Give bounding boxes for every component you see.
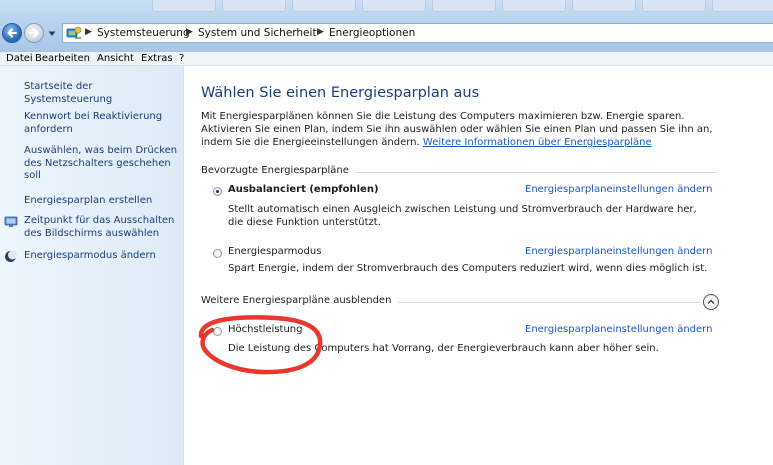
breadcrumb-separator-icon[interactable]: ▶ [317, 27, 324, 37]
main-content: Wählen Sie einen Energiesparplan aus Mit… [184, 66, 773, 465]
background-window-tab [502, 0, 566, 12]
chevron-up-icon [707, 299, 715, 304]
more-plans-header[interactable]: Weitere Energiesparpläne ausblenden [201, 295, 398, 306]
background-window-tab [152, 0, 216, 12]
sidebar-item-netzschalter[interactable]: Auswählen, was beim Drücken des Netzscha… [24, 145, 179, 183]
menu-help[interactable]: ? [179, 52, 184, 65]
plan-radio-ausbalanciert[interactable] [213, 187, 222, 196]
breadcrumb-energieoptionen[interactable]: Energieoptionen [329, 27, 415, 39]
address-bar[interactable]: ▶ Systemsteuerung ▶ System und Sicherhei… [62, 23, 773, 43]
background-window-tab [712, 0, 773, 12]
background-window-tab [362, 0, 426, 12]
forward-button[interactable] [24, 23, 44, 43]
recent-pages-dropdown-icon[interactable] [48, 31, 56, 37]
background-window-tab [432, 0, 496, 12]
plan-settings-link-energiesparmodus[interactable]: Energiesparplaneinstellungen ändern [525, 246, 712, 257]
plan-name-energiesparmodus[interactable]: Energiesparmodus [228, 246, 321, 257]
menu-ansicht[interactable]: Ansicht [97, 52, 134, 65]
breadcrumb-systemsteuerung[interactable]: Systemsteuerung [97, 27, 190, 39]
plan-radio-energiesparmodus[interactable] [213, 249, 222, 258]
preferred-plans-header: Bevorzugte Energiesparpläne [201, 165, 355, 176]
menu-bar: Datei Bearbeiten Ansicht Extras ? [0, 52, 773, 66]
more-info-link[interactable]: Weitere Informationen über Energiesparpl… [423, 137, 652, 148]
navigation-buttons [2, 21, 60, 45]
monitor-icon [4, 216, 18, 227]
control-panel-icon [66, 26, 82, 39]
background-window-tab [292, 0, 356, 12]
plan-name-hoechstleistung[interactable]: Höchstleistung [228, 324, 302, 335]
plan-description-ausbalanciert: Stellt automatisch einen Ausgleich zwisc… [228, 204, 697, 228]
window-titlebar: ▶ Systemsteuerung ▶ System und Sicherhei… [0, 0, 773, 52]
moon-icon [5, 250, 17, 262]
intro-text: Mit Energiesparplänen können Sie die Lei… [201, 110, 731, 149]
back-arrow-icon [7, 28, 17, 38]
page-title: Wählen Sie einen Energiesparplan aus [201, 85, 480, 101]
back-button[interactable] [2, 23, 22, 43]
sidebar-item-bildschirm-ausschalten[interactable]: Zeitpunkt für das Ausschalten des Bildsc… [24, 215, 179, 240]
background-window-tab [222, 0, 286, 12]
forward-arrow-icon [29, 28, 39, 38]
sidebar-item-energiesparmodus[interactable]: Energiesparmodus ändern [24, 250, 179, 263]
plan-settings-link-hoechstleistung[interactable]: Energiesparplaneinstellungen ändern [525, 324, 712, 335]
sidebar-item-plan-erstellen[interactable]: Energiesparplan erstellen [24, 195, 179, 208]
breadcrumb-separator-icon[interactable]: ▶ [85, 27, 92, 37]
background-window-tab [572, 0, 636, 12]
breadcrumb-separator-icon[interactable]: ▶ [186, 27, 193, 37]
breadcrumb-system-und-sicherheit[interactable]: System und Sicherheit [198, 27, 317, 39]
plan-name-ausbalanciert[interactable]: Ausbalanciert (empfohlen) [228, 184, 379, 195]
plan-description-hoechstleistung: Die Leistung des Computers hat Vorrang, … [228, 343, 659, 354]
background-window-tab [642, 0, 706, 12]
collapse-more-plans-button[interactable] [703, 294, 719, 310]
menu-bearbeiten[interactable]: Bearbeiten [35, 52, 90, 65]
sidebar-item-kennwort[interactable]: Kennwort bei Reaktivierung anfordern [24, 111, 179, 136]
task-pane: Startseite der Systemsteuerung Kennwort … [0, 66, 184, 465]
plan-radio-hoechstleistung[interactable] [213, 327, 222, 336]
menu-extras[interactable]: Extras [141, 52, 173, 65]
plan-settings-link-ausbalanciert[interactable]: Energiesparplaneinstellungen ändern [525, 184, 712, 195]
sidebar-item-startseite[interactable]: Startseite der Systemsteuerung [24, 81, 179, 106]
menu-datei[interactable]: Datei [6, 52, 33, 65]
plan-description-energiesparmodus: Spart Energie, indem der Stromverbrauch … [228, 263, 708, 274]
